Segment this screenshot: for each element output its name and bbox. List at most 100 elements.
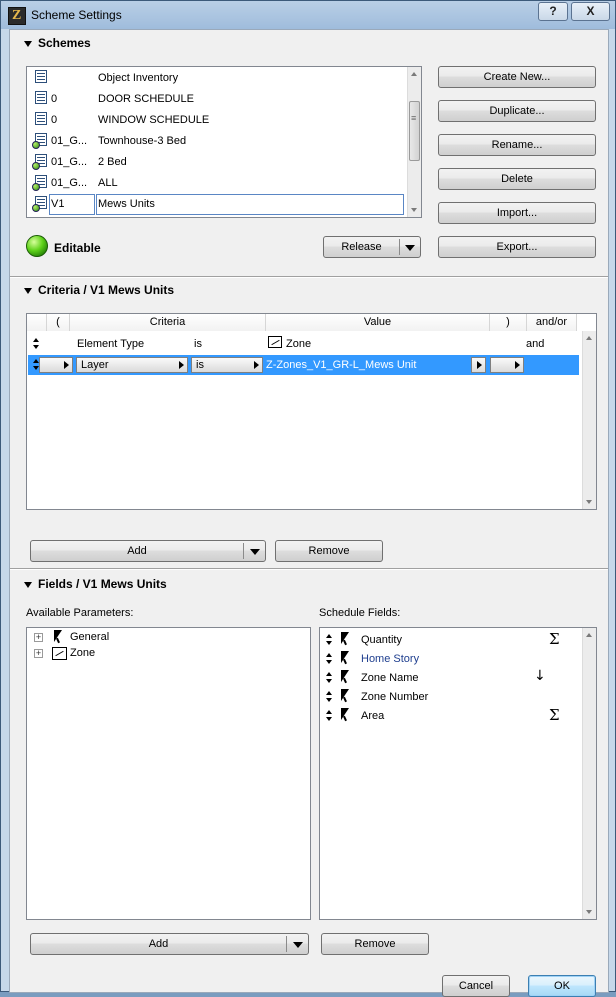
delete-button[interactable]: Delete	[438, 168, 596, 190]
scheme-list-item[interactable]: 01_G... 2 Bed	[28, 152, 406, 173]
chevron-right-icon	[254, 361, 259, 369]
help-button[interactable]: ?	[538, 2, 568, 21]
scheme-list-item[interactable]: V1 Mews Units	[28, 194, 406, 215]
scroll-down-arrow-icon[interactable]	[586, 500, 592, 504]
scheme-list-item[interactable]: 0 WINDOW SCHEDULE	[28, 110, 406, 131]
release-dropdown-button[interactable]: Release	[323, 236, 421, 258]
fields-add-label: Add	[148, 938, 169, 950]
chevron-down-icon[interactable]	[405, 245, 415, 251]
schedule-scheme-icon	[32, 91, 49, 106]
reorder-updown-icon[interactable]	[324, 634, 334, 646]
close-button[interactable]: X	[571, 2, 610, 21]
section-divider	[10, 568, 608, 570]
editable-status-led-icon	[26, 235, 48, 257]
scheme-id: 01_G...	[51, 135, 88, 147]
schedule-field-item[interactable]: Quantity Σ	[321, 630, 579, 649]
scheme-id: 01_G...	[51, 177, 88, 189]
archicad-app-icon	[8, 7, 26, 25]
cancel-button[interactable]: Cancel	[442, 975, 510, 997]
cursor-icon	[341, 708, 351, 722]
scroll-up-arrow-icon[interactable]	[411, 72, 417, 76]
scheme-list-item[interactable]: 01_G... Townhouse-3 Bed	[28, 131, 406, 152]
expand-plus-icon[interactable]: +	[34, 649, 43, 658]
schedule-fields-scrollbar[interactable]	[582, 628, 596, 919]
rename-button[interactable]: Rename...	[438, 134, 596, 156]
value-cell: Zone	[286, 338, 312, 350]
chevron-right-icon	[477, 361, 482, 369]
schedule-scheme-icon	[32, 133, 49, 149]
scheme-list-item[interactable]: 01_G... ALL	[28, 173, 406, 194]
scheme-id: 0	[51, 114, 58, 126]
scheme-id: 0	[51, 93, 58, 105]
sort-descending-icon[interactable]: ↓	[534, 668, 546, 684]
available-parameters-tree[interactable]: + General + Zone	[26, 627, 311, 920]
scheme-list-item[interactable]: Object Inventory	[28, 68, 406, 89]
scheme-list-item[interactable]: 0 DOOR SCHEDULE	[28, 89, 406, 110]
collapse-triangle-icon	[24, 40, 32, 47]
expand-plus-icon[interactable]: +	[34, 633, 43, 642]
criteria-add-label: Add	[127, 545, 147, 557]
schedule-fields-list[interactable]: Quantity Σ Home Story Zone Name ↓ Zone Number…	[319, 627, 597, 920]
cursor-icon	[341, 651, 351, 665]
chevron-down-icon[interactable]	[250, 549, 260, 555]
scroll-down-arrow-icon[interactable]	[586, 910, 592, 914]
schemes-section-header[interactable]: Schemes	[24, 36, 91, 50]
tree-item-general[interactable]: + General	[27, 630, 287, 646]
reorder-updown-icon[interactable]	[324, 691, 334, 703]
scroll-up-arrow-icon[interactable]	[586, 633, 592, 637]
criteria-section-header[interactable]: Criteria / V1 Mews Units	[24, 283, 174, 297]
schedule-field-item[interactable]: Zone Name ↓	[321, 668, 579, 687]
criteria-combo-value: Layer	[81, 359, 109, 371]
criteria-scrollbar[interactable]	[582, 331, 596, 509]
section-divider	[10, 276, 608, 278]
value-picker-button[interactable]	[471, 357, 486, 373]
criteria-row[interactable]: Element Type is Zone and	[28, 334, 579, 354]
criteria-add-dropdown-button[interactable]: Add	[30, 540, 266, 562]
schedule-field-item[interactable]: Zone Number	[321, 687, 579, 706]
tree-item-zone[interactable]: + Zone	[27, 646, 287, 662]
sum-sigma-icon[interactable]: Σ	[549, 630, 560, 648]
tree-item-label: Zone	[70, 647, 96, 659]
fields-add-dropdown-button[interactable]: Add	[30, 933, 309, 955]
sum-sigma-icon[interactable]: Σ	[549, 706, 560, 724]
scroll-up-arrow-icon[interactable]	[586, 336, 592, 340]
criteria-remove-button[interactable]: Remove	[275, 540, 383, 562]
import-button[interactable]: Import...	[438, 202, 596, 224]
reorder-updown-icon[interactable]	[324, 653, 334, 665]
collapse-triangle-icon	[24, 581, 32, 588]
chevron-right-icon	[179, 361, 184, 369]
fields-section-header[interactable]: Fields / V1 Mews Units	[24, 577, 167, 591]
chevron-down-icon[interactable]	[293, 942, 303, 948]
schedule-field-name: Zone Name	[361, 672, 419, 684]
open-paren-combo[interactable]	[39, 357, 73, 373]
schedule-field-name: Zone Number	[361, 691, 429, 703]
add-divider	[286, 936, 287, 952]
schedule-fields-label: Schedule Fields:	[319, 607, 401, 619]
operator-combo[interactable]: is	[191, 357, 263, 373]
scroll-down-arrow-icon[interactable]	[411, 208, 417, 212]
value-field[interactable]: Z-Zones_V1_GR-L_Mews Unit	[266, 359, 416, 371]
export-button[interactable]: Export...	[438, 236, 596, 258]
title-bar: Scheme Settings ? X	[1, 1, 615, 29]
criteria-combo[interactable]: Layer	[76, 357, 188, 373]
reorder-updown-icon[interactable]	[324, 672, 334, 684]
schedule-scheme-icon	[32, 112, 49, 127]
criteria-row-selected[interactable]: Layer is Z-Zones_V1_GR-L_Mews Unit	[28, 355, 579, 375]
fields-remove-button[interactable]: Remove	[321, 933, 429, 955]
reorder-updown-icon[interactable]	[324, 710, 334, 722]
criteria-table[interactable]: ( Criteria Value ) and/or Element Type i…	[26, 313, 597, 510]
close-paren-combo[interactable]	[490, 357, 524, 373]
schedule-field-item[interactable]: Home Story	[321, 649, 579, 668]
create-new-button[interactable]: Create New...	[438, 66, 596, 88]
chevron-right-icon	[515, 361, 520, 369]
ok-button[interactable]: OK	[528, 975, 596, 997]
scheme-name: Object Inventory	[98, 72, 179, 84]
reorder-updown-icon[interactable]	[31, 338, 41, 350]
duplicate-button[interactable]: Duplicate...	[438, 100, 596, 122]
scheme-name: Townhouse-3 Bed	[98, 135, 187, 147]
schedule-field-item[interactable]: Area Σ	[321, 706, 579, 725]
schemes-list[interactable]: Object Inventory 0 DOOR SCHEDULE 0 WINDOW SC…	[26, 66, 422, 218]
schemes-scrollbar[interactable]	[407, 67, 421, 217]
scroll-thumb[interactable]	[409, 101, 420, 161]
schemes-section-title: Schemes	[38, 36, 91, 50]
